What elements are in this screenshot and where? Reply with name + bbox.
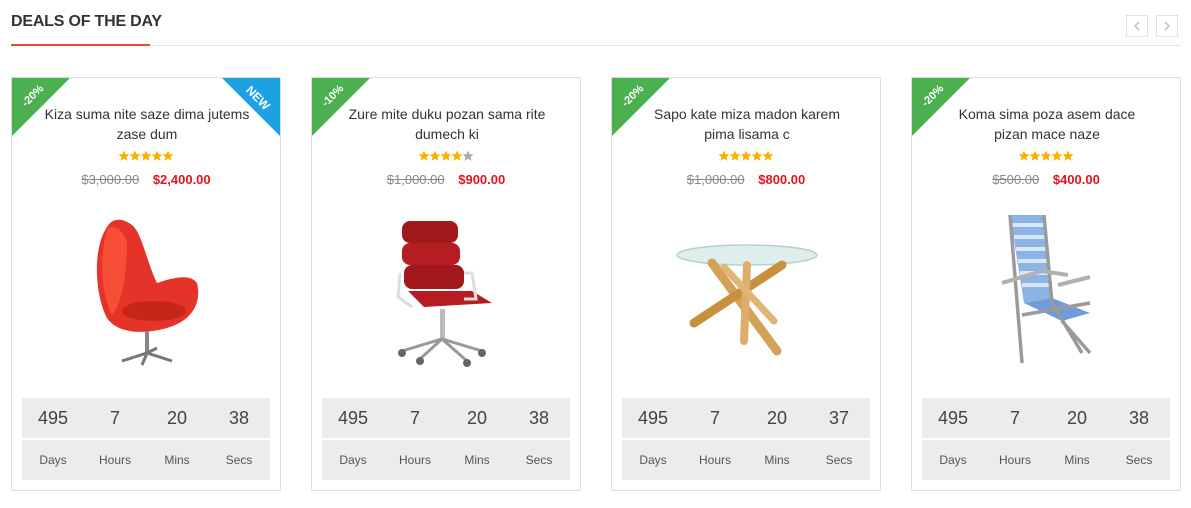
sale-price: $400.00 — [1052, 172, 1100, 187]
product-image-office-chair[interactable] — [372, 203, 522, 378]
label-mins: Mins — [164, 453, 190, 467]
countdown-hours: 7 — [109, 407, 120, 428]
countdown-secs: 38 — [228, 407, 250, 428]
countdown-hours: 7 — [409, 407, 420, 428]
header-accent-line — [11, 44, 150, 46]
countdown-timer: 495 7 20 38 Days Hours Mins Secs — [22, 398, 270, 480]
star-filled-icon — [1062, 150, 1074, 161]
countdown-secs: 37 — [828, 407, 850, 428]
carousel-prev-button[interactable] — [1126, 15, 1148, 37]
star-empty-icon — [462, 150, 474, 161]
countdown-secs: 38 — [528, 407, 550, 428]
product-image-beach-chair[interactable] — [972, 203, 1122, 378]
old-price: $1,000.00 — [386, 172, 445, 187]
price-block: $1,000.00 $800.00 — [612, 172, 880, 187]
countdown-mins: 20 — [466, 407, 488, 428]
label-mins: Mins — [764, 453, 790, 467]
product-title[interactable]: Koma sima poza asem dace pizan mace naze — [942, 104, 1152, 144]
label-days: Days — [39, 453, 67, 467]
product-card[interactable]: -10% Zure mite duku pozan sama rite dume… — [311, 77, 581, 491]
chevron-right-icon — [1164, 21, 1170, 31]
old-price: $1,000.00 — [686, 172, 745, 187]
countdown-timer: 495 7 20 38 Days Hours Mins Secs — [922, 398, 1170, 480]
product-title[interactable]: Kiza suma nite saze dima jutems zase dum — [42, 104, 252, 144]
label-hours: Hours — [698, 453, 731, 467]
countdown-days: 495 — [37, 407, 69, 428]
countdown-days: 495 — [937, 407, 969, 428]
product-title[interactable]: Sapo kate miza madon karem pima lisama c — [642, 104, 852, 144]
label-secs: Secs — [825, 453, 853, 467]
chevron-left-icon — [1134, 21, 1140, 31]
sale-price: $800.00 — [758, 172, 806, 187]
price-block: $500.00 $400.00 — [912, 172, 1180, 187]
rating-stars — [912, 150, 1180, 162]
product-card[interactable]: -20% Sapo kate miza madon karem pima lis… — [611, 77, 881, 491]
product-title[interactable]: Zure mite duku pozan sama rite dumech ki — [342, 104, 552, 144]
countdown-days: 495 — [637, 407, 669, 428]
countdown-mins: 20 — [1066, 407, 1088, 428]
star-filled-icon — [162, 150, 174, 161]
label-secs: Secs — [1125, 453, 1153, 467]
price-block: $3,000.00 $2,400.00 — [12, 172, 280, 187]
header-divider — [11, 45, 1181, 46]
old-price: $3,000.00 — [81, 172, 140, 187]
label-days: Days — [339, 453, 367, 467]
countdown-days: 495 — [337, 407, 369, 428]
label-mins: Mins — [1064, 453, 1090, 467]
sale-price: $900.00 — [458, 172, 506, 187]
countdown-hours: 7 — [1009, 407, 1020, 428]
countdown-timer: 495 7 20 38 Days Hours Mins Secs — [322, 398, 570, 480]
countdown-mins: 20 — [766, 407, 788, 428]
sale-price: $2,400.00 — [152, 172, 211, 187]
product-image-glass-table[interactable] — [672, 203, 822, 378]
price-block: $1,000.00 $900.00 — [312, 172, 580, 187]
carousel-next-button[interactable] — [1156, 15, 1178, 37]
label-secs: Secs — [525, 453, 553, 467]
section-header: DEALS OF THE DAY — [11, 0, 1181, 47]
label-mins: Mins — [464, 453, 490, 467]
countdown-hours: 7 — [709, 407, 720, 428]
countdown-timer: 495 7 20 37 Days Hours Mins Secs — [622, 398, 870, 480]
rating-stars — [612, 150, 880, 162]
section-title: DEALS OF THE DAY — [11, 13, 162, 30]
rating-stars — [12, 150, 280, 162]
star-filled-icon — [762, 150, 774, 161]
product-card[interactable]: -20% NEW Kiza suma nite saze dima jutems… — [11, 77, 281, 491]
product-card[interactable]: -20% Koma sima poza asem dace pizan mace… — [911, 77, 1181, 491]
rating-stars — [312, 150, 580, 162]
label-hours: Hours — [98, 453, 131, 467]
label-hours: Hours — [398, 453, 431, 467]
label-hours: Hours — [998, 453, 1031, 467]
countdown-mins: 20 — [166, 407, 188, 428]
countdown-secs: 38 — [1128, 407, 1150, 428]
product-image-egg-chair[interactable] — [72, 203, 222, 378]
label-secs: Secs — [225, 453, 253, 467]
label-days: Days — [639, 453, 667, 467]
old-price: $500.00 — [992, 172, 1040, 187]
label-days: Days — [939, 453, 967, 467]
